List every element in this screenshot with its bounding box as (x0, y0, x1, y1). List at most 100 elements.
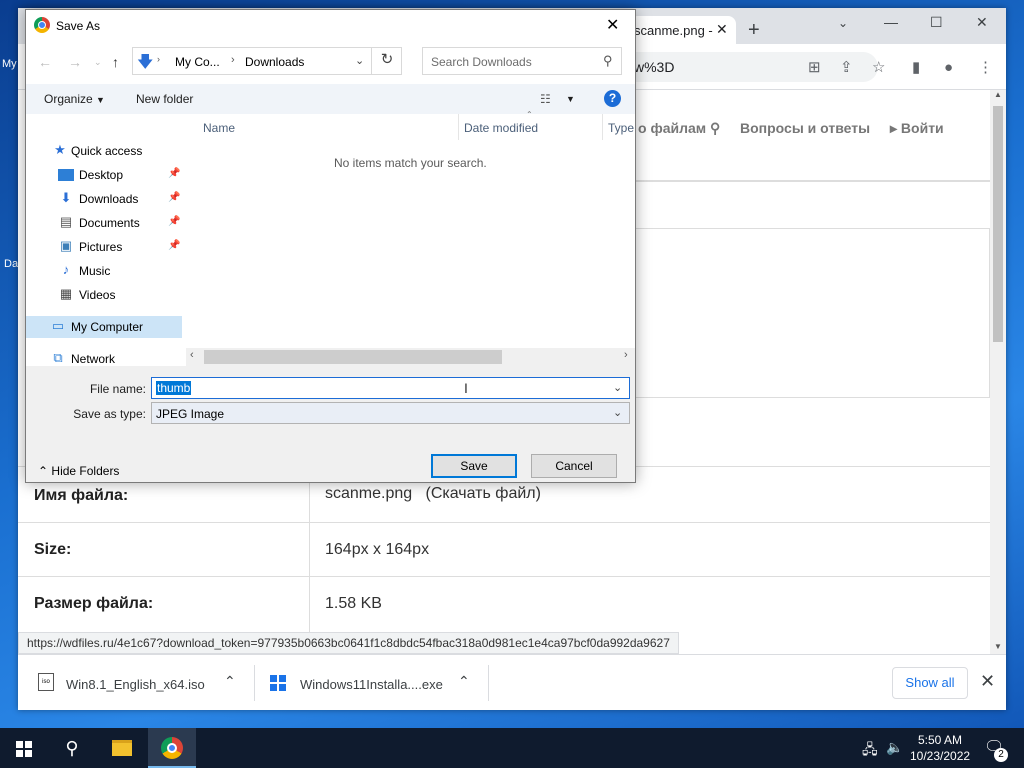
menu-kebab-icon[interactable]: ⋮ (978, 60, 993, 75)
file-explorer-button[interactable] (98, 728, 146, 768)
desktop-icon-label[interactable]: Da (4, 258, 18, 270)
refresh-icon: ↻ (380, 51, 394, 68)
forward-arrow-icon[interactable]: → (68, 54, 82, 70)
profile-avatar-icon[interactable]: ● (944, 60, 953, 75)
help-button[interactable]: ? (604, 90, 621, 107)
cancel-button[interactable]: Cancel (531, 454, 617, 478)
scrollbar-thumb[interactable] (204, 350, 502, 364)
nav-item-pictures[interactable]: ▣ Pictures 📌 (26, 236, 184, 258)
dropdown-arrow-icon[interactable]: ▼ (566, 94, 575, 104)
download-item[interactable]: Windows11Installa....exe ⌃ (254, 655, 488, 711)
nav-login-link[interactable]: ▸ Войти (890, 120, 944, 137)
view-options-icon[interactable]: ☷ (540, 92, 551, 106)
save-type-value: JPEG Image (156, 407, 225, 421)
save-as-dialog: Save As ✕ ← → ⌄ ↑ 🡇 › My Co... › Downloa… (25, 9, 636, 483)
preview-frame (634, 228, 990, 398)
network-tray-icon[interactable]: 🖧 (862, 739, 878, 763)
chrome-taskbar-button[interactable] (148, 728, 196, 768)
nav-files-link[interactable]: о файлам ⚲ (638, 120, 720, 137)
side-panel-icon[interactable]: ▮ (912, 60, 920, 75)
downloads-bar: iso Win8.1_English_x64.iso ⌃ Windows11In… (18, 654, 1006, 710)
translate-icon[interactable]: ⊞ (808, 60, 821, 75)
download-item[interactable]: iso Win8.1_English_x64.iso ⌃ (18, 655, 254, 711)
nav-faq-link[interactable]: Вопросы и ответы (740, 120, 870, 136)
column-header-type[interactable]: Type (608, 121, 634, 147)
column-divider[interactable] (458, 114, 459, 140)
breadcrumb-chevron-icon[interactable]: › (157, 54, 160, 64)
scroll-left-icon[interactable]: ‹ (190, 349, 194, 361)
search-input[interactable]: Search Downloads ⚲ (422, 47, 622, 75)
scroll-up-icon[interactable]: ▲ (994, 90, 1002, 99)
window-close-button[interactable]: ✕ (976, 14, 988, 31)
column-header-date[interactable]: Date modified (464, 121, 538, 147)
pin-icon[interactable]: 📌 (168, 192, 180, 203)
up-arrow-icon[interactable]: ↑ (112, 54, 119, 70)
scrollbar-thumb[interactable] (993, 106, 1003, 342)
nav-item-my-computer[interactable]: ▭ My Computer (26, 316, 182, 338)
back-arrow-icon[interactable]: ← (38, 54, 52, 70)
breadcrumb-item[interactable]: My Co... (175, 55, 220, 69)
chevron-down-icon[interactable]: ⌄ (355, 54, 364, 67)
column-divider[interactable] (602, 114, 603, 140)
breadcrumb-item[interactable]: Downloads (245, 55, 304, 69)
nav-item-music[interactable]: ♪ Music (26, 260, 184, 282)
start-button[interactable] (0, 728, 48, 768)
organize-menu[interactable]: Organize ▼ (44, 92, 105, 106)
downloads-close-icon[interactable]: ✕ (980, 671, 995, 692)
scroll-right-icon[interactable]: › (624, 349, 628, 361)
nav-item-desktop[interactable]: Desktop 📌 (26, 164, 184, 186)
search-button[interactable]: ⚲ (48, 728, 96, 768)
nav-item-videos[interactable]: ▦ Videos (26, 284, 184, 306)
maximize-button[interactable]: ☐ (930, 14, 943, 31)
scroll-down-icon[interactable]: ▼ (994, 642, 1002, 651)
nav-item-label: Documents (79, 216, 140, 230)
pin-icon[interactable]: 📌 (168, 240, 180, 251)
share-icon[interactable]: ⇪ (840, 60, 853, 75)
new-folder-button[interactable]: New folder (136, 92, 193, 106)
chevron-up-icon: ⌃ (38, 464, 49, 478)
download-file-link[interactable]: (Скачать файл) (426, 485, 541, 502)
minimize-button[interactable]: — (884, 14, 898, 30)
breadcrumb[interactable]: 🡇 › My Co... › Downloads ⌄ (132, 47, 402, 75)
horizontal-scrollbar[interactable]: ‹ › (186, 348, 635, 366)
folder-icon (112, 740, 132, 756)
page-scrollbar[interactable]: ▲ ▼ (990, 90, 1006, 654)
refresh-button[interactable]: ↻ (371, 48, 402, 74)
nav-item-downloads[interactable]: ⬇ Downloads 📌 (26, 188, 184, 210)
save-button[interactable]: Save (431, 454, 517, 478)
pin-icon[interactable]: 📌 (168, 168, 180, 179)
recent-dropdown-icon[interactable]: ⌄ (94, 57, 102, 68)
nav-item-label: Music (79, 264, 111, 278)
browser-tab[interactable]: scanme.png - ✕ (630, 16, 736, 44)
chevron-up-icon[interactable]: ⌃ (458, 673, 470, 690)
download-file-name: Windows11Installa....exe (300, 677, 443, 692)
download-arrow-icon: ⬇ (60, 190, 72, 205)
tab-search-icon[interactable]: ⌄ (838, 16, 848, 30)
new-tab-button[interactable]: + (748, 20, 760, 40)
desktop-icon-label[interactable]: My (2, 58, 17, 70)
clock[interactable]: 5:50 AM 10/23/2022 (910, 732, 970, 764)
hide-folders-button[interactable]: ⌃ Hide Folders (38, 464, 119, 478)
chrome-logo-icon (161, 737, 183, 759)
bookmark-star-icon[interactable]: ☆ (872, 60, 885, 75)
pin-icon[interactable]: 📌 (168, 216, 180, 227)
navigation-pane: ★ Quick access Desktop 📌 ⬇ Downloads 📌 ▤… (26, 114, 184, 366)
address-bar[interactable]: w%3D (618, 52, 878, 82)
file-name-field[interactable]: thumb I ⌄ (151, 377, 630, 399)
nav-item-quick-access[interactable]: ★ Quick access (26, 140, 184, 162)
nav-item-documents[interactable]: ▤ Documents 📌 (26, 212, 184, 234)
breadcrumb-chevron-icon[interactable]: › (231, 54, 235, 66)
volume-icon[interactable]: 🔈 (886, 739, 903, 756)
chevron-up-icon[interactable]: ⌃ (224, 673, 236, 690)
clock-time: 5:50 AM (917, 733, 963, 747)
dropdown-arrow-icon: ▼ (96, 95, 105, 105)
chevron-down-icon[interactable]: ⌄ (613, 381, 622, 394)
empty-message: No items match your search. (334, 156, 487, 170)
save-type-select[interactable]: JPEG Image ⌄ (151, 402, 630, 424)
tab-close-icon[interactable]: ✕ (716, 21, 728, 38)
dialog-close-icon[interactable]: ✕ (606, 15, 619, 35)
column-header-name[interactable]: Name (203, 121, 235, 147)
row-value: 1.58 KB (325, 595, 382, 612)
save-type-label: Save as type: (73, 407, 146, 421)
show-all-button[interactable]: Show all (892, 667, 968, 699)
